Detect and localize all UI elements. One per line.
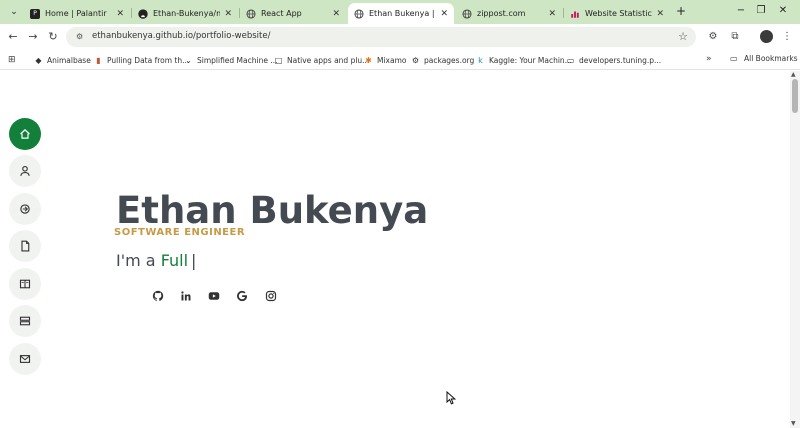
portfolio-page: Ethan Bukenya SOFTWARE ENGINEER I'm a Fu… xyxy=(0,71,790,428)
bookmark-item[interactable]: ▭ developers.tuning.p... xyxy=(566,54,661,66)
home-icon xyxy=(20,129,30,139)
all-bookmarks-button[interactable]: ▭ All Bookmarks xyxy=(730,54,798,63)
mail-icon xyxy=(19,355,31,363)
close-icon[interactable]: ✕ xyxy=(548,9,556,19)
address-text: ethanbukenya.github.io/portfolio-website… xyxy=(92,31,271,41)
palantir-icon: P xyxy=(30,8,40,19)
scroll-down-icon[interactable]: ▼ xyxy=(791,420,796,427)
google-link[interactable] xyxy=(235,289,249,303)
hero-role: SOFTWARE ENGINEER xyxy=(114,227,246,238)
close-icon[interactable]: ✕ xyxy=(332,9,340,19)
tab-palantir[interactable]: P Home | Palantir ✕ xyxy=(24,3,130,24)
tab-strip: ⌄ P Home | Palantir ✕ Ethan-Bukenya/memo… xyxy=(0,0,800,24)
nav-contact-button[interactable] xyxy=(9,343,41,375)
mouse-cursor-icon xyxy=(446,391,456,405)
typing-line: I'm a Full | xyxy=(116,251,196,270)
restore-icon[interactable]: ❐ xyxy=(754,4,768,18)
scroll-thumb[interactable] xyxy=(792,79,798,113)
skills-icon xyxy=(20,204,30,214)
bookmark-item[interactable]: ✱ Mixamo xyxy=(364,54,406,66)
close-icon[interactable]: ✕ xyxy=(656,9,664,19)
page-scrollbar[interactable]: ▲ ▼ xyxy=(790,71,800,428)
github-icon xyxy=(152,290,164,301)
minimize-icon[interactable]: − xyxy=(734,4,748,18)
nav-home-button[interactable] xyxy=(9,118,41,150)
kaggle-icon: k xyxy=(478,55,483,65)
address-bar[interactable]: ⚙ ethanbukenya.github.io/portfolio-websi… xyxy=(66,27,696,47)
typing-cursor: | xyxy=(191,251,197,270)
bookmarks-more-button[interactable]: » xyxy=(706,54,712,64)
tab-portfolio[interactable]: Ethan Bukenya | Portf ✕ xyxy=(348,3,454,24)
globe-icon xyxy=(246,8,256,19)
puzzle-icon[interactable]: ⧉ xyxy=(728,30,742,44)
tab-zippost[interactable]: zippost.com ✕ xyxy=(456,3,562,24)
bookmark-item[interactable]: ⌄ Simplified Machine ... xyxy=(184,54,277,66)
tab-react-app[interactable]: React App ✕ xyxy=(240,3,346,24)
close-icon[interactable]: ✕ xyxy=(224,9,232,19)
close-icon[interactable]: ✕ xyxy=(440,9,448,19)
linkedin-link[interactable] xyxy=(179,289,193,303)
new-tab-button[interactable]: + xyxy=(674,4,688,18)
square-icon: □ xyxy=(274,55,283,65)
globe-icon xyxy=(462,8,472,19)
tab-website-statistics[interactable]: Website Statistics ✕ xyxy=(564,3,670,24)
bookmark-item[interactable]: □ Native apps and plu... xyxy=(274,54,370,66)
extension-icon[interactable]: ⚙ xyxy=(706,30,720,44)
close-icon[interactable]: ✕ xyxy=(116,9,124,19)
bookmark-item[interactable]: ◆ Animalbase xyxy=(34,54,90,66)
hero-name: Ethan Bukenya xyxy=(116,189,429,232)
instagram-link[interactable] xyxy=(264,289,278,303)
nav-about-button[interactable] xyxy=(9,155,41,187)
bookmark-item[interactable]: k Kaggle: Your Machin... xyxy=(476,54,572,66)
nav-portfolio-button[interactable] xyxy=(9,268,41,300)
services-icon xyxy=(19,316,31,326)
typing-prefix: I'm a xyxy=(116,251,156,270)
nav-resume-button[interactable] xyxy=(9,230,41,262)
gear-icon: ⚙ xyxy=(411,55,420,65)
scroll-up-icon[interactable]: ▲ xyxy=(791,71,796,78)
bookmarks-bar: ⊞ ◆ Animalbase ▮ Pulling Data from th...… xyxy=(0,50,800,70)
instagram-icon xyxy=(265,290,277,302)
bookmark-star-icon[interactable]: ☆ xyxy=(678,30,688,43)
google-icon xyxy=(237,290,248,302)
apps-grid-icon[interactable]: ⊞ xyxy=(8,55,16,65)
window-close-icon[interactable]: ✕ xyxy=(776,4,790,18)
tab-search-icon[interactable]: ⌄ xyxy=(6,4,22,20)
forward-icon[interactable]: → xyxy=(26,30,40,44)
bookmark-item[interactable]: ▮ Pulling Data from th... xyxy=(94,54,189,66)
menu-kebab-icon[interactable]: ⋮ xyxy=(780,30,794,44)
tab-github[interactable]: Ethan-Bukenya/memo ✕ xyxy=(132,3,238,24)
animal-icon: ◆ xyxy=(35,55,42,65)
page-icon: ▮ xyxy=(96,55,101,65)
linkedin-icon xyxy=(181,291,191,301)
site-info-icon[interactable]: ⚙ xyxy=(76,32,86,42)
folder-icon: ▭ xyxy=(730,54,738,63)
browser-toolbar: ← → ↻ ⚙ ethanbukenya.github.io/portfolio… xyxy=(0,24,800,50)
bookmark-item[interactable]: ⚙ packages.org xyxy=(411,54,474,66)
profile-avatar[interactable] xyxy=(760,30,773,43)
browser-chrome: ⌄ P Home | Palantir ✕ Ethan-Bukenya/memo… xyxy=(0,0,800,72)
github-icon xyxy=(138,8,148,19)
youtube-icon xyxy=(208,292,220,300)
page-icon: ▭ xyxy=(566,55,575,65)
nav-skills-button[interactable] xyxy=(9,193,41,225)
back-icon[interactable]: ← xyxy=(6,30,20,44)
globe-icon xyxy=(354,8,364,19)
mixamo-icon: ✱ xyxy=(365,55,372,65)
resume-icon xyxy=(21,240,30,252)
chevron-icon: ⌄ xyxy=(185,55,192,65)
typed-word: Full xyxy=(160,251,189,270)
reload-icon[interactable]: ↻ xyxy=(46,30,60,44)
stats-icon xyxy=(570,9,580,19)
github-link[interactable] xyxy=(151,289,165,303)
nav-services-button[interactable] xyxy=(9,305,41,337)
portfolio-icon xyxy=(19,279,31,289)
user-icon xyxy=(20,165,30,176)
youtube-link[interactable] xyxy=(207,289,221,303)
